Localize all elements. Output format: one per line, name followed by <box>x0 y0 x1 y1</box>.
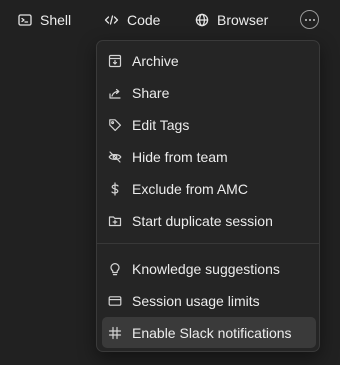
globe-icon <box>195 13 209 27</box>
card-icon <box>108 294 122 308</box>
tab-browser-label: Browser <box>217 12 269 28</box>
menu-item-label: Session usage limits <box>132 292 260 309</box>
more-options-button[interactable] <box>300 10 319 29</box>
share-icon <box>108 86 122 100</box>
terminal-icon <box>18 13 32 27</box>
menu-item-edit-tags[interactable]: Edit Tags <box>102 109 316 140</box>
menu-item-label: Share <box>132 84 170 101</box>
menu-item-session-usage-limits[interactable]: Session usage limits <box>102 285 316 316</box>
eye-off-icon <box>108 150 122 164</box>
menu-item-hide-from-team[interactable]: Hide from team <box>102 141 316 172</box>
tab-shell-label: Shell <box>40 12 72 28</box>
menu-item-enable-slack-notifications[interactable]: Enable Slack notifications <box>102 317 316 348</box>
menu-item-start-duplicate-session[interactable]: Start duplicate session <box>102 205 316 236</box>
tab-shell[interactable]: Shell <box>18 10 71 30</box>
menu-item-knowledge-suggestions[interactable]: Knowledge suggestions <box>102 253 316 284</box>
tab-browser[interactable]: Browser <box>195 10 268 30</box>
menu-item-label: Enable Slack notifications <box>132 324 292 341</box>
code-icon <box>104 13 119 27</box>
ellipsis-icon <box>304 18 307 21</box>
menu-item-label: Archive <box>132 52 179 69</box>
menu-item-label: Hide from team <box>132 148 228 165</box>
tab-code-label: Code <box>127 12 161 28</box>
menu-divider <box>97 243 319 244</box>
slack-icon <box>108 326 122 340</box>
top-bar: Shell Code Browser <box>0 0 340 38</box>
tag-icon <box>108 118 122 132</box>
menu-item-label: Knowledge suggestions <box>132 260 280 277</box>
menu-item-label: Edit Tags <box>132 116 190 133</box>
dollar-icon <box>108 181 122 196</box>
folder-plus-icon <box>108 214 122 228</box>
menu-item-label: Start duplicate session <box>132 212 273 229</box>
menu-item-archive[interactable]: Archive <box>102 45 316 76</box>
tab-code[interactable]: Code <box>104 10 160 30</box>
lightbulb-icon <box>108 262 122 276</box>
menu-item-exclude-from-amc[interactable]: Exclude from AMC <box>102 173 316 204</box>
session-options-menu: Archive Share Edit Tags Hide from team E… <box>96 40 320 352</box>
menu-item-label: Exclude from AMC <box>132 180 248 197</box>
menu-item-share[interactable]: Share <box>102 77 316 108</box>
archive-icon <box>108 54 122 68</box>
